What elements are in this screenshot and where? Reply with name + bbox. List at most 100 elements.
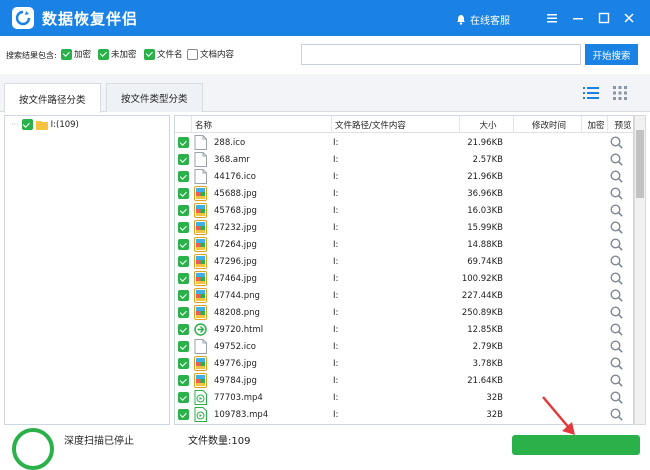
column-header-encrypted[interactable]: 加密 (581, 116, 607, 133)
image-file-icon (194, 356, 207, 371)
category-tabs: 按文件路径分类 按文件类型分类 (0, 74, 650, 113)
file-size: 36.96KB (467, 188, 503, 199)
scrollbar-thumb[interactable] (636, 130, 644, 198)
preview-search-icon[interactable] (607, 304, 625, 321)
table-row[interactable]: 45768.jpg I: 16.03KB (175, 202, 633, 219)
row-checkbox[interactable] (178, 307, 189, 318)
close-icon[interactable] (620, 9, 638, 27)
tree-item-root[interactable]: ··· I:(109) (11, 119, 79, 130)
row-checkbox[interactable] (178, 188, 189, 199)
table-row[interactable]: 49752.ico I: 2.79KB (175, 338, 633, 355)
table-row[interactable]: 49776.jpg I: 3.78KB (175, 355, 633, 372)
search-input[interactable] (301, 44, 581, 65)
bell-icon (457, 15, 465, 25)
column-header-name[interactable]: 名称 (191, 116, 331, 133)
annotation-arrow-icon (542, 396, 575, 435)
table-row[interactable]: 44176.ico I: 21.96KB (175, 168, 633, 185)
table-row[interactable]: 45688.jpg I: 36.96KB (175, 185, 633, 202)
app-logo-icon (12, 7, 34, 29)
table-row[interactable]: 49784.jpg I: 21.64KB (175, 372, 633, 389)
row-checkbox[interactable] (178, 273, 189, 284)
preview-search-icon[interactable] (607, 372, 625, 389)
table-scrollbar[interactable] (634, 115, 646, 425)
preview-search-icon[interactable] (607, 389, 625, 406)
search-filter-label: 搜索结果包含: (6, 51, 57, 60)
tab-by-type[interactable]: 按文件类型分类 (106, 83, 203, 112)
file-path: I: (333, 392, 339, 403)
image-file-icon (194, 186, 207, 201)
app-title: 数据恢复伴侣 (42, 10, 139, 28)
file-path: I: (333, 341, 339, 352)
preview-search-icon[interactable] (607, 270, 625, 287)
file-path: I: (333, 324, 339, 335)
grid-view-icon[interactable] (608, 81, 632, 105)
column-header-preview[interactable]: 预览 (607, 116, 633, 133)
customer-service-button[interactable]: 在线客服 (456, 12, 510, 27)
preview-search-icon[interactable] (607, 219, 625, 236)
row-checkbox[interactable] (178, 341, 189, 352)
file-name: 49776.jpg (214, 358, 257, 369)
column-header-modified[interactable]: 修改时间 (513, 116, 581, 133)
row-checkbox[interactable] (178, 239, 189, 250)
preview-search-icon[interactable] (607, 321, 625, 338)
row-checkbox[interactable] (178, 290, 189, 301)
preview-search-icon[interactable] (607, 287, 625, 304)
filter-unencrypted-checkbox[interactable]: 未加密 (98, 48, 137, 60)
filter-filename-checkbox[interactable]: 文件名 (144, 48, 183, 60)
preview-search-icon[interactable] (607, 355, 625, 372)
row-checkbox[interactable] (178, 222, 189, 233)
image-file-icon (194, 288, 207, 303)
image-file-icon (194, 237, 207, 252)
preview-search-icon[interactable] (607, 185, 625, 202)
row-checkbox[interactable] (178, 375, 189, 386)
table-row[interactable]: 48208.png I: 250.89KB (175, 304, 633, 321)
recover-button[interactable] (512, 435, 640, 455)
preview-search-icon[interactable] (607, 406, 625, 423)
image-file-icon (194, 203, 207, 218)
filter-content-checkbox[interactable]: 文档内容 (187, 48, 234, 60)
file-name: 47296.jpg (214, 256, 257, 267)
minimize-icon[interactable] (569, 9, 587, 27)
column-header-size[interactable]: 大小 (459, 116, 513, 133)
preview-search-icon[interactable] (607, 253, 625, 270)
preview-search-icon[interactable] (607, 134, 625, 151)
blank-file-icon (194, 339, 207, 354)
html-file-icon (194, 322, 207, 337)
table-row[interactable]: 368.amr I: 2.57KB (175, 151, 633, 168)
row-checkbox[interactable] (178, 171, 189, 182)
table-row[interactable]: 288.ico I: 21.96KB (175, 134, 633, 151)
table-row[interactable]: 47264.jpg I: 14.88KB (175, 236, 633, 253)
table-row[interactable]: 47296.jpg I: 69.74KB (175, 253, 633, 270)
preview-search-icon[interactable] (607, 151, 625, 168)
preview-search-icon[interactable] (607, 236, 625, 253)
start-search-button[interactable]: 开始搜索 (585, 44, 638, 65)
row-checkbox[interactable] (178, 324, 189, 335)
table-row[interactable]: 47744.png I: 227.44KB (175, 287, 633, 304)
checkbox-checked-icon[interactable] (21, 119, 33, 130)
file-size: 69.74KB (467, 256, 503, 267)
tree-connector: ··· (11, 120, 19, 129)
blank-file-icon (194, 169, 207, 184)
row-checkbox[interactable] (178, 358, 189, 369)
row-checkbox[interactable] (178, 409, 189, 420)
row-checkbox[interactable] (178, 256, 189, 267)
row-checkbox[interactable] (178, 137, 189, 148)
maximize-icon[interactable] (595, 9, 613, 27)
table-row[interactable]: 49720.html I: 12.85KB (175, 321, 633, 338)
filter-encrypted-checkbox[interactable]: 加密 (61, 48, 91, 60)
table-row[interactable]: 47464.jpg I: 100.92KB (175, 270, 633, 287)
file-name: 47744.png (214, 290, 260, 301)
menu-icon[interactable] (543, 9, 561, 27)
folder-tree: ··· I:(109) (4, 115, 170, 425)
tab-by-path[interactable]: 按文件路径分类 (4, 83, 101, 113)
preview-search-icon[interactable] (607, 168, 625, 185)
customer-service-label: 在线客服 (470, 16, 510, 27)
preview-search-icon[interactable] (607, 202, 625, 219)
row-checkbox[interactable] (178, 205, 189, 216)
preview-search-icon[interactable] (607, 338, 625, 355)
row-checkbox[interactable] (178, 392, 189, 403)
column-header-path[interactable]: 文件路径/文件内容 (331, 116, 459, 133)
list-view-icon[interactable] (579, 81, 603, 105)
table-row[interactable]: 47232.jpg I: 15.99KB (175, 219, 633, 236)
row-checkbox[interactable] (178, 154, 189, 165)
